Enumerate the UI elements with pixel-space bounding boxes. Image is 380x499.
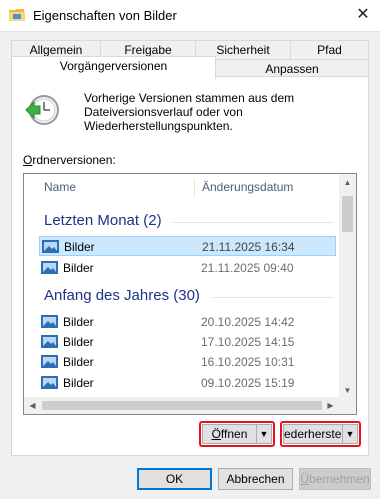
restore-button-highlight: ederherstell ▼ — [280, 421, 361, 447]
list-item[interactable]: Bilder 09.10.2025 15:19 — [39, 373, 336, 393]
open-accelerator: Ö — [211, 427, 221, 441]
chevron-down-icon[interactable]: ▼ — [342, 425, 357, 443]
item-name: Bilder — [63, 355, 94, 369]
folder-icon — [9, 9, 25, 21]
tab-vorgaengerversionen[interactable]: Vorgängerversionen — [11, 56, 216, 79]
apply-label: bernehmen — [308, 472, 370, 486]
title-bar: Eigenschaften von Bilder ✕ — [0, 0, 380, 32]
item-name: Bilder — [64, 240, 95, 254]
folder-pictures-icon — [41, 376, 58, 389]
item-name: Bilder — [63, 261, 94, 275]
group-header-start-of-year[interactable]: Anfang des Jahres (30) — [44, 287, 200, 304]
item-name: Bilder — [63, 335, 94, 349]
restore-button[interactable]: ederherstell — [284, 425, 342, 443]
list-item[interactable]: Bilder 20.10.2025 14:42 — [39, 312, 336, 332]
folder-pictures-icon — [41, 355, 58, 368]
folder-pictures-icon — [41, 315, 58, 328]
open-button-highlight: Öffnen ▼ — [199, 421, 275, 447]
horizontal-scroll-thumb[interactable] — [42, 401, 322, 410]
close-icon: ✕ — [356, 6, 370, 23]
column-header-date[interactable]: Änderungsdatum — [202, 180, 293, 194]
item-date: 21.11.2025 16:34 — [202, 240, 295, 254]
accelerator-key: O — [23, 153, 33, 167]
vertical-scrollbar[interactable]: ▲ ▼ — [339, 174, 356, 399]
restore-split-button[interactable]: ederherstell ▼ — [283, 424, 358, 444]
window-title: Eigenschaften von Bilder — [33, 8, 177, 23]
list-item[interactable]: Bilder 21.11.2025 09:40 — [39, 258, 336, 278]
list-item[interactable]: Bilder 17.10.2025 14:15 — [39, 332, 336, 352]
folder-pictures-icon — [41, 335, 58, 348]
folder-versions-label: Ordnerversionen: — [23, 153, 116, 167]
item-name: Bilder — [63, 376, 94, 390]
column-separator[interactable] — [194, 178, 195, 198]
group-divider — [211, 297, 334, 298]
item-date: 09.10.2025 15:19 — [201, 376, 295, 390]
vertical-scroll-thumb[interactable] — [342, 196, 353, 232]
item-date: 21.11.2025 09:40 — [201, 261, 294, 275]
horizontal-scrollbar[interactable]: ◀ ▶ — [24, 397, 356, 414]
cancel-button[interactable]: Abbrechen — [218, 468, 293, 490]
group-header-last-month[interactable]: Letzten Monat (2) — [44, 212, 162, 229]
item-date: 16.10.2025 10:31 — [201, 355, 295, 369]
scroll-left-icon[interactable]: ◀ — [24, 397, 41, 414]
folder-pictures-icon — [41, 261, 58, 274]
scroll-up-icon[interactable]: ▲ — [339, 174, 356, 191]
item-date: 17.10.2025 14:15 — [201, 335, 295, 349]
list-item[interactable]: Bilder 21.11.2025 16:34 — [39, 236, 336, 256]
folder-versions-label-text: rdnerversionen: — [32, 153, 116, 167]
close-button[interactable]: ✕ — [352, 4, 374, 26]
clock-restore-icon — [25, 95, 59, 125]
list-item[interactable]: Bilder 16.10.2025 10:31 — [39, 352, 336, 372]
group-divider — [172, 222, 334, 223]
apply-accelerator: Ü — [300, 472, 309, 486]
versions-list[interactable]: Name Änderungsdatum Letzten Monat (2) Bi… — [23, 173, 357, 415]
scrollbar-corner — [339, 397, 356, 414]
folder-pictures-icon — [42, 240, 59, 253]
open-split-button[interactable]: Öffnen ▼ — [202, 424, 272, 444]
item-name: Bilder — [63, 315, 94, 329]
tab-pfad[interactable]: Pfad — [290, 40, 369, 60]
ok-button[interactable]: OK — [137, 468, 212, 490]
open-button[interactable]: Öffnen — [203, 425, 256, 443]
description-text: Vorherige Versionen stammen aus dem Date… — [84, 91, 295, 133]
scroll-right-icon[interactable]: ▶ — [322, 397, 339, 414]
chevron-down-icon[interactable]: ▼ — [256, 425, 271, 443]
apply-button[interactable]: Übernehmen — [299, 468, 371, 490]
item-date: 20.10.2025 14:42 — [201, 315, 295, 329]
column-header-name[interactable]: Name — [44, 180, 76, 194]
open-label-post: ffnen — [220, 427, 248, 441]
